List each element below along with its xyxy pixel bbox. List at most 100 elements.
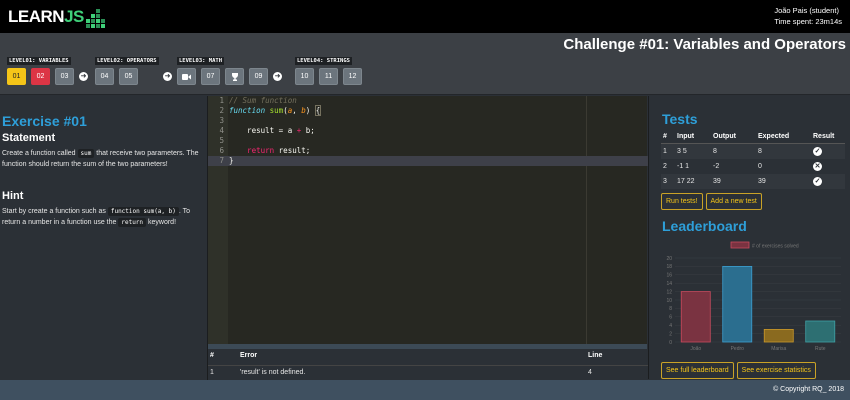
test-num: 2 (663, 162, 667, 170)
arrow-right-circle-icon: ➜ (79, 72, 88, 81)
check-circle-icon: ✓ (813, 176, 822, 186)
exercise-button-09[interactable]: 09 (249, 68, 268, 85)
code-line-active[interactable]: 7 } (208, 156, 648, 166)
level-group-4: LEVEL04: STRINGS 10 11 12 (295, 55, 362, 85)
exercise-button-11[interactable]: 11 (319, 68, 338, 85)
tests-col-result: Result (811, 130, 845, 144)
test-input: 3 5 (675, 143, 711, 159)
level-label: LEVEL02: OPERATORS (95, 57, 159, 65)
hint-code: function sum(a, b) (107, 207, 179, 216)
test-expected: 8 (756, 143, 811, 159)
code-text: result; (274, 146, 311, 155)
logo-grid-icon (85, 9, 105, 28)
leaderboard-chart-svg: # of exercises solved 0 2 4 6 8 10 12 14 16 18 20 Jo… (666, 241, 841, 352)
exercise-button-12[interactable]: 12 (343, 68, 362, 85)
code-line[interactable]: 3 (208, 116, 648, 126)
code-line[interactable]: 2 function sum(a, b) { (208, 105, 648, 116)
tests-title: Tests (662, 111, 698, 127)
exercise-button-04[interactable]: 04 (95, 68, 114, 85)
y-tick-label: 2 (669, 331, 672, 337)
exercise-button-03[interactable]: 03 (55, 68, 74, 85)
errors-col-num: # (210, 352, 214, 359)
code-keyword: return (229, 146, 275, 155)
code-line[interactable]: 6 return result; (208, 146, 648, 156)
code-brace: { (314, 105, 322, 116)
code-line[interactable]: 4 result = a + b; (208, 126, 648, 136)
check-circle-icon: ✓ (813, 146, 822, 156)
hint-code-return: return (118, 218, 147, 227)
leaderboard-title: Leaderboard (662, 217, 747, 234)
exercise-panel: Exercise #01 Statement Create a function… (0, 96, 206, 379)
challenge-title: Challenge #01: Variables and Operators (563, 36, 846, 53)
code-line[interactable]: 1 // Sum function (208, 96, 648, 106)
errors-panel: # Error Line 1 'result' is not defined. … (207, 344, 648, 380)
code-keyword: function (229, 106, 266, 115)
tests-table: # Input Output Expected Result 1 3 5 8 8… (661, 130, 845, 189)
y-tick-label: 20 (666, 255, 672, 261)
exercise-button-02[interactable]: 02 (31, 68, 50, 85)
line-number: 1 (219, 96, 224, 105)
x-tick-label: Rute (815, 346, 826, 352)
test-output: -2 (713, 162, 720, 170)
add-test-button[interactable]: Add a new test (705, 192, 762, 210)
test-output: 8 (711, 143, 756, 159)
hint-text: Start by create a function such as funct… (2, 206, 204, 228)
y-tick-label: 16 (666, 272, 672, 278)
bar (680, 290, 711, 342)
logo-text-learn: LEARN (8, 7, 65, 26)
statement-text: Create a function called sum that receiv… (2, 148, 204, 170)
learnjs-logo[interactable]: LEARN JS (8, 6, 105, 28)
code-editor[interactable]: 1 // Sum function 2 function sum(a, b) {… (207, 96, 648, 344)
y-tick-label: 8 (669, 306, 672, 312)
exercise-statistics-button[interactable]: See exercise statistics (736, 362, 816, 379)
test-row[interactable]: 2 -1 1 -2 0 ✕ (661, 159, 845, 174)
y-tick-label: 12 (666, 289, 672, 295)
exercise-button-10[interactable]: 10 (295, 68, 314, 85)
hint-pre: Start by create a function such as (2, 208, 106, 215)
tests-col-output: Output (711, 130, 756, 144)
statement-heading: Statement (2, 132, 56, 144)
code-comment: // Sum function (229, 96, 297, 105)
hint-post: keyword! (148, 219, 177, 226)
exercise-button-05[interactable]: 05 (119, 68, 138, 85)
challenge-bar: Challenge #01: Variables and Operators L… (0, 33, 850, 95)
line-number: 2 (219, 106, 224, 115)
test-output: 39 (711, 173, 756, 189)
tests-panel: Tests # Input Output Expected Result 1 3… (648, 96, 850, 379)
error-line: 4 (588, 369, 592, 376)
exercise-button-01[interactable]: 01 (7, 68, 26, 85)
tests-header-row: # Input Output Expected Result (661, 130, 845, 144)
line-number: 5 (219, 136, 224, 145)
line-number: 7 (219, 156, 224, 165)
code-brace: } (229, 156, 234, 165)
full-leaderboard-button[interactable]: See full leaderboard (661, 362, 734, 379)
tests-col-input: Input (675, 130, 711, 144)
code-text: result = a (229, 126, 297, 135)
leaderboard-chart: # of exercises solved 0 2 4 6 8 10 12 14 16 18 20 Jo… (661, 234, 845, 354)
y-tick-label: 18 (666, 264, 672, 270)
statement-pre: Create a function called (2, 150, 76, 157)
user-name[interactable]: João Pais (student) (774, 5, 842, 16)
code-comma: , (292, 106, 302, 115)
tests-col-expected: Expected (756, 130, 811, 144)
error-row[interactable]: 1 'result' is not defined. 4 (208, 365, 648, 378)
level-label: LEVEL01: VARIABLES (7, 57, 71, 65)
line-number: 3 (219, 116, 224, 125)
exercise-button-07[interactable]: 07 (201, 68, 220, 85)
legend-label: # of exercises solved (752, 243, 799, 249)
code-line[interactable]: 5 (208, 136, 648, 146)
run-tests-button[interactable]: Run tests! (661, 192, 703, 210)
exercise-title: Exercise #01 (2, 113, 87, 129)
trophy-button[interactable] (225, 68, 244, 85)
x-tick-label: Marisa (771, 346, 786, 352)
x-tick-label: João (690, 346, 701, 352)
test-input: -1 1 (677, 162, 690, 170)
test-row[interactable]: 3 17 22 39 39 ✓ (661, 173, 845, 189)
video-button[interactable] (177, 68, 196, 85)
top-bar: LEARN JS João Pais (student) Time spent: … (0, 0, 850, 33)
copyright-text: © Copyright RQ_ 2018 (773, 386, 844, 393)
test-row[interactable]: 1 3 5 8 8 ✓ (661, 143, 845, 159)
bar (763, 328, 794, 342)
statement-code: sum (77, 149, 95, 158)
tests-col-num: # (661, 130, 675, 144)
